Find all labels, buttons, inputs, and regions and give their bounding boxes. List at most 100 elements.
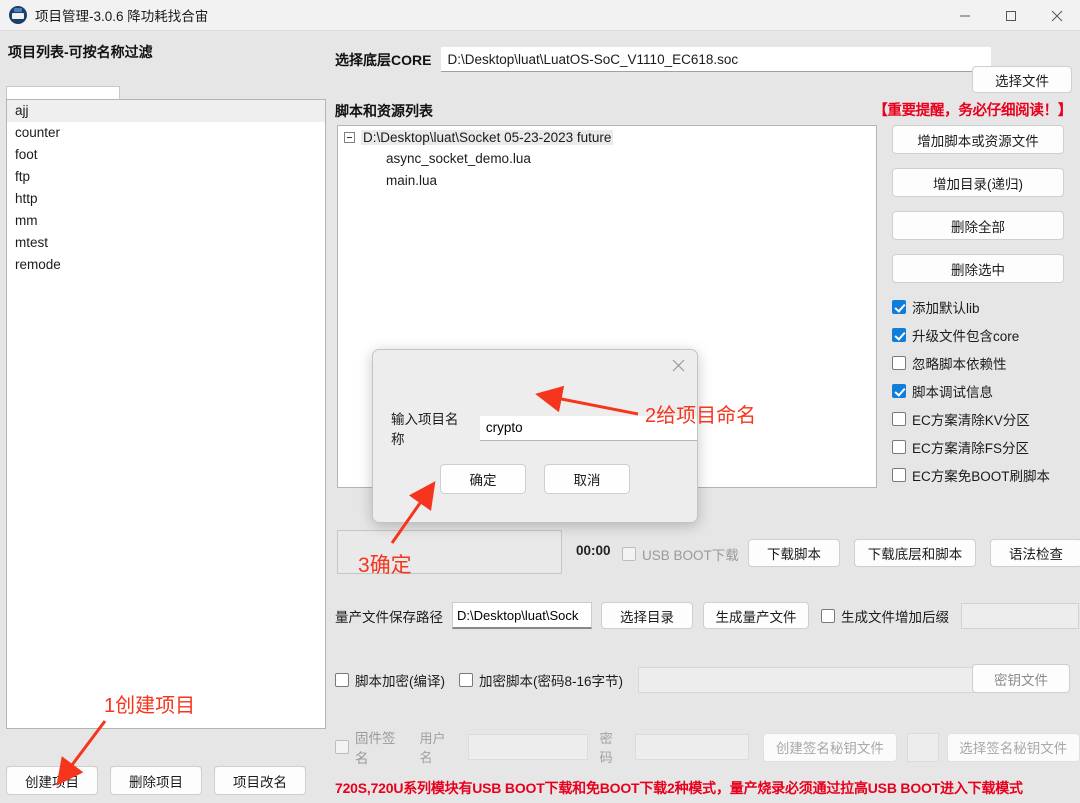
delete-all-button[interactable]: 删除全部 <box>892 211 1064 240</box>
option-label: EC方案清除KV分区 <box>912 409 1030 429</box>
option-label: EC方案清除FS分区 <box>912 437 1029 457</box>
mass-production-row: 量产文件保存路径 选择目录 生成量产文件 生成文件增加后缀 <box>335 602 1079 629</box>
list-item[interactable]: remode <box>7 254 325 276</box>
script-encrypt-password-checkbox[interactable]: 加密脚本(密码8-16字节) <box>459 670 623 691</box>
close-icon[interactable] <box>1034 0 1080 31</box>
annotation-3-confirm: 3确定 <box>358 549 412 579</box>
option-ignore-dependency[interactable]: 忽略脚本依赖性 <box>892 352 1050 373</box>
window-title: 项目管理-3.0.6 降功耗找合宙 <box>35 5 208 25</box>
dialog-ok-button[interactable]: 确定 <box>440 464 526 494</box>
tree-item[interactable]: async_socket_demo.lua <box>338 148 876 170</box>
checkbox-icon[interactable] <box>459 673 473 687</box>
option-label: 忽略脚本依赖性 <box>912 353 1007 373</box>
project-action-buttons: 创建项目 删除项目 项目改名 <box>6 766 306 795</box>
firmware-sign-checkbox[interactable]: 固件签名 <box>335 737 407 758</box>
tree-root-row[interactable]: D:\Desktop\luat\Socket 05-23-2023 future <box>338 126 876 148</box>
option-bootless-flash-script[interactable]: EC方案免BOOT刷脚本 <box>892 464 1050 485</box>
choose-file-button[interactable]: 选择文件 <box>972 66 1072 93</box>
mass-path-label: 量产文件保存路径 <box>335 606 443 626</box>
download-buttons: 下载脚本 下载底层和脚本 语法检查 <box>748 539 1080 567</box>
username-field[interactable] <box>468 734 588 760</box>
add-script-or-resource-button[interactable]: 增加脚本或资源文件 <box>892 125 1064 154</box>
main-content: 项目列表-可按名称过滤 ajj counter foot ftp http mm… <box>0 31 1080 803</box>
select-sign-key-button[interactable]: 选择签名秘钥文件 <box>947 733 1080 762</box>
annotation-2-name-project: 2给项目命名 <box>645 399 756 428</box>
option-label: 升级文件包含core <box>912 325 1019 345</box>
encrypt-password-label: 加密脚本(密码8-16字节) <box>479 670 623 690</box>
tree-item[interactable]: main.lua <box>338 170 876 192</box>
scripts-side-buttons: 增加脚本或资源文件 增加目录(递归) 删除全部 删除选中 <box>892 125 1064 283</box>
delete-selected-button[interactable]: 删除选中 <box>892 254 1064 283</box>
checkbox-icon[interactable] <box>892 300 906 314</box>
checkbox-icon[interactable] <box>821 609 835 623</box>
build-options: 添加默认lib 升级文件包含core 忽略脚本依赖性 脚本调试信息 EC方案清除… <box>892 296 1050 485</box>
dialog-close-icon[interactable] <box>665 354 691 376</box>
core-label: 选择底层CORE <box>335 50 431 70</box>
create-sign-key-button[interactable]: 创建签名秘钥文件 <box>763 733 896 762</box>
usb-boot-download-checkbox[interactable]: USB BOOT下载 <box>622 544 739 564</box>
list-item[interactable]: ftp <box>7 166 325 188</box>
script-encrypt-compile-checkbox[interactable]: 脚本加密(编译) <box>335 670 445 691</box>
generate-mass-file-button[interactable]: 生成量产文件 <box>703 602 809 629</box>
checkbox-icon[interactable] <box>622 547 636 561</box>
usb-boot-label: USB BOOT下载 <box>642 544 739 564</box>
add-directory-button[interactable]: 增加目录(递归) <box>892 168 1064 197</box>
option-label: 脚本调试信息 <box>912 381 993 401</box>
dialog-input-label: 输入项目名称 <box>391 408 471 448</box>
new-project-dialog: 输入项目名称 确定 取消 <box>372 349 698 523</box>
app-logo-icon <box>9 6 27 24</box>
collapse-toggle-icon[interactable] <box>344 132 355 143</box>
list-item[interactable]: http <box>7 188 325 210</box>
firmware-sign-label: 固件签名 <box>355 727 407 767</box>
encrypt-compile-label: 脚本加密(编译) <box>355 670 445 690</box>
option-clear-fs-partition[interactable]: EC方案清除FS分区 <box>892 436 1050 457</box>
choose-directory-button[interactable]: 选择目录 <box>601 602 693 629</box>
option-include-core[interactable]: 升级文件包含core <box>892 324 1050 345</box>
list-item[interactable]: counter <box>7 122 325 144</box>
key-file-button[interactable]: 密钥文件 <box>972 664 1070 693</box>
scripts-list-label: 脚本和资源列表 <box>335 101 433 121</box>
encryption-row: 脚本加密(编译) 加密脚本(密码8-16字节) <box>335 667 990 693</box>
syntax-check-button[interactable]: 语法检查 <box>990 539 1080 567</box>
project-list[interactable]: ajj counter foot ftp http mm mtest remod… <box>6 99 326 729</box>
mass-path-input[interactable] <box>452 602 592 629</box>
checkbox-icon[interactable] <box>892 412 906 426</box>
minimize-icon[interactable] <box>942 0 988 31</box>
tree-root-label: D:\Desktop\luat\Socket 05-23-2023 future <box>361 130 613 145</box>
elapsed-timer: 00:00 <box>576 543 611 558</box>
list-item[interactable]: ajj <box>7 100 325 122</box>
delete-project-button[interactable]: 删除项目 <box>110 766 202 795</box>
encrypt-password-input[interactable] <box>638 667 990 693</box>
core-path-input[interactable] <box>441 47 991 72</box>
option-clear-kv-partition[interactable]: EC方案清除KV分区 <box>892 408 1050 429</box>
window-controls <box>942 0 1080 31</box>
rename-project-button[interactable]: 项目改名 <box>214 766 306 795</box>
list-item[interactable]: foot <box>7 144 325 166</box>
checkbox-icon[interactable] <box>892 468 906 482</box>
maximize-icon[interactable] <box>988 0 1034 31</box>
suffix-label: 生成文件增加后缀 <box>841 606 949 626</box>
checkbox-icon[interactable] <box>892 356 906 370</box>
option-script-debug-info[interactable]: 脚本调试信息 <box>892 380 1050 401</box>
checkbox-icon[interactable] <box>335 740 349 754</box>
list-item[interactable]: mtest <box>7 232 325 254</box>
option-add-default-lib[interactable]: 添加默认lib <box>892 296 1050 317</box>
bottom-warning-note: 720S,720U系列模块有USB BOOT下载和免BOOT下载2种模式，量产烧… <box>335 778 1023 798</box>
dialog-cancel-button[interactable]: 取消 <box>544 464 630 494</box>
download-core-and-script-button[interactable]: 下载底层和脚本 <box>854 539 976 567</box>
checkbox-icon[interactable] <box>892 384 906 398</box>
sign-key-small-field[interactable] <box>907 733 939 762</box>
annotation-1-create-project: 1创建项目 <box>104 689 195 718</box>
add-suffix-checkbox[interactable]: 生成文件增加后缀 <box>821 606 949 626</box>
core-selection-row: 选择底层CORE <box>335 47 991 72</box>
suffix-input[interactable] <box>961 603 1079 629</box>
list-item[interactable]: mm <box>7 210 325 232</box>
password-field[interactable] <box>635 734 749 760</box>
download-script-button[interactable]: 下载脚本 <box>748 539 840 567</box>
create-project-button[interactable]: 创建项目 <box>6 766 98 795</box>
checkbox-icon[interactable] <box>892 328 906 342</box>
checkbox-icon[interactable] <box>335 673 349 687</box>
firmware-signing-row: 固件签名 用户名 密码 创建签名秘钥文件 选择签名秘钥文件 <box>335 728 1080 766</box>
checkbox-icon[interactable] <box>892 440 906 454</box>
username-label: 用户名 <box>419 728 457 766</box>
